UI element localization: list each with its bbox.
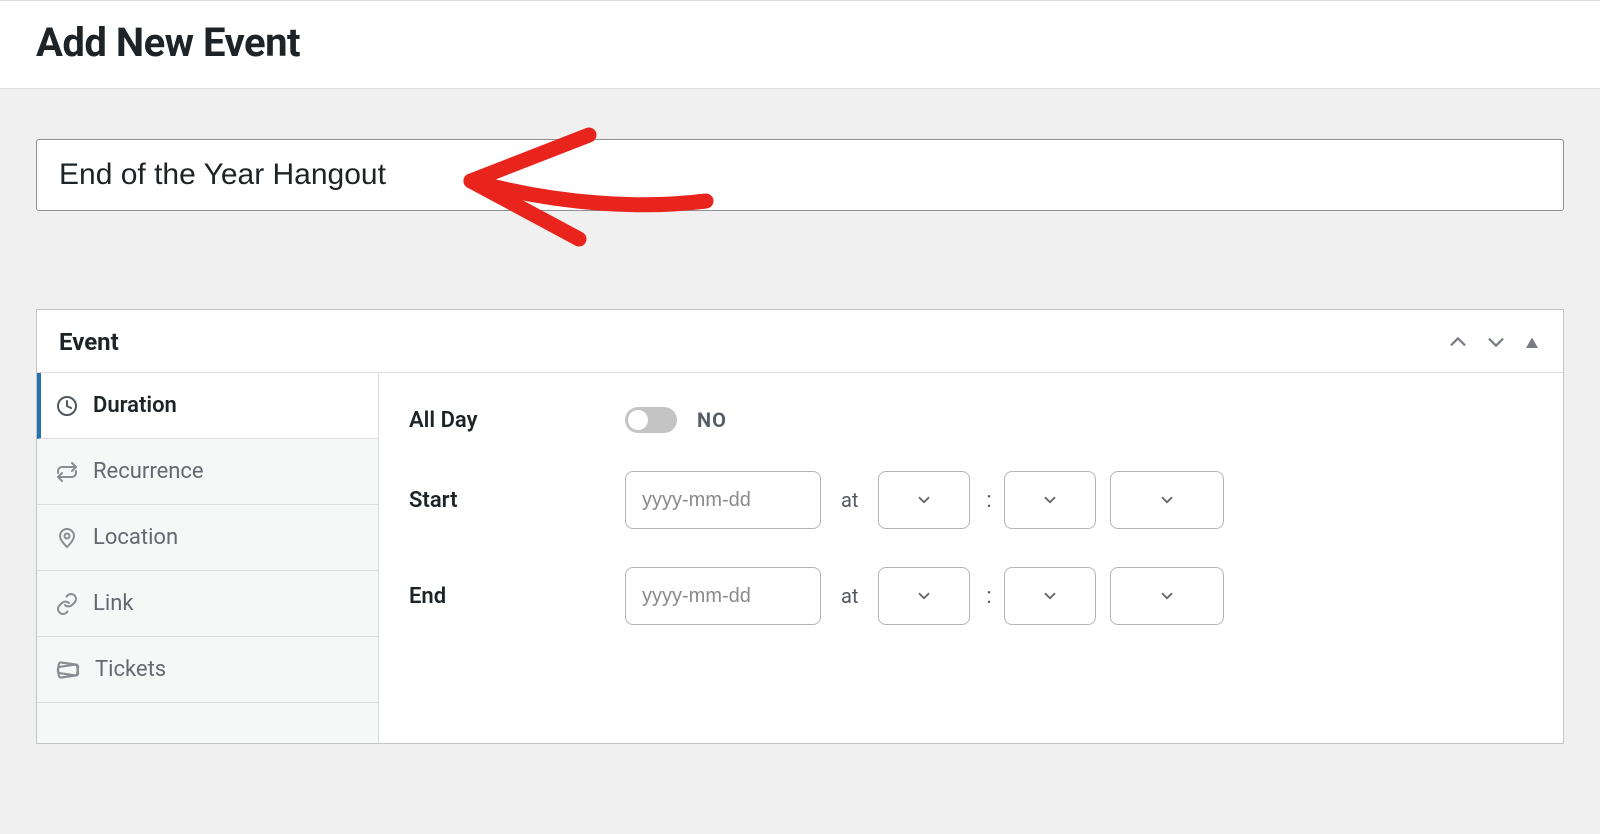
chevron-down-icon [915, 587, 933, 605]
chevron-down-icon [1041, 491, 1059, 509]
start-minute-select[interactable] [1004, 471, 1096, 529]
pin-icon [55, 526, 79, 550]
start-label: Start [409, 488, 625, 513]
tab-label: Link [93, 591, 134, 616]
chevron-down-icon [1158, 587, 1176, 605]
tab-duration[interactable]: Duration [37, 373, 378, 439]
row-start: Start at : [409, 471, 1533, 529]
panel-move-down-icon[interactable] [1485, 331, 1507, 353]
end-minute-select[interactable] [1004, 567, 1096, 625]
content-area: Event Duration [0, 89, 1600, 744]
page-header: Add New Event [0, 0, 1600, 89]
chevron-down-icon [1041, 587, 1059, 605]
tab-label: Location [93, 525, 178, 550]
tab-link[interactable]: Link [37, 571, 378, 637]
row-end: End at : [409, 567, 1533, 625]
start-date-input[interactable] [625, 471, 821, 529]
event-panel: Event Duration [36, 309, 1564, 744]
panel-move-up-icon[interactable] [1447, 331, 1469, 353]
chevron-down-icon [915, 491, 933, 509]
toggle-knob [628, 410, 648, 430]
page-title: Add New Event [36, 19, 1564, 66]
toggle-value: NO [697, 408, 727, 432]
at-label: at [841, 488, 858, 512]
panel-body: Duration Recurrence Location Link Ticket [37, 373, 1563, 743]
panel-title: Event [59, 328, 119, 356]
tab-recurrence[interactable]: Recurrence [37, 439, 378, 505]
start-hour-select[interactable] [878, 471, 970, 529]
tab-location[interactable]: Location [37, 505, 378, 571]
end-label: End [409, 584, 625, 609]
clock-icon [55, 394, 79, 418]
panel-actions [1447, 331, 1541, 353]
at-label: at [841, 584, 858, 608]
tab-label: Tickets [95, 657, 166, 682]
end-date-input[interactable] [625, 567, 821, 625]
tab-label: Recurrence [93, 459, 204, 484]
row-all-day: All Day NO [409, 407, 1533, 433]
time-colon: : [986, 488, 991, 513]
panel-header: Event [37, 310, 1563, 373]
link-icon [55, 592, 79, 616]
tickets-icon [55, 657, 81, 683]
tab-tickets[interactable]: Tickets [37, 637, 378, 703]
event-title-input[interactable] [36, 139, 1564, 211]
tab-label: Duration [93, 393, 177, 418]
end-ampm-select[interactable] [1110, 567, 1224, 625]
tab-empty [37, 703, 378, 743]
end-hour-select[interactable] [878, 567, 970, 625]
all-day-toggle[interactable]: NO [625, 407, 727, 433]
duration-pane: All Day NO Start at : [379, 373, 1563, 743]
time-colon: : [986, 584, 991, 609]
start-ampm-select[interactable] [1110, 471, 1224, 529]
panel-tabs: Duration Recurrence Location Link Ticket [37, 373, 379, 743]
all-day-label: All Day [409, 408, 625, 433]
panel-toggle-icon[interactable] [1523, 333, 1541, 351]
chevron-down-icon [1158, 491, 1176, 509]
event-title-wrap [36, 139, 1564, 211]
toggle-track [625, 407, 677, 433]
repeat-icon [55, 460, 79, 484]
